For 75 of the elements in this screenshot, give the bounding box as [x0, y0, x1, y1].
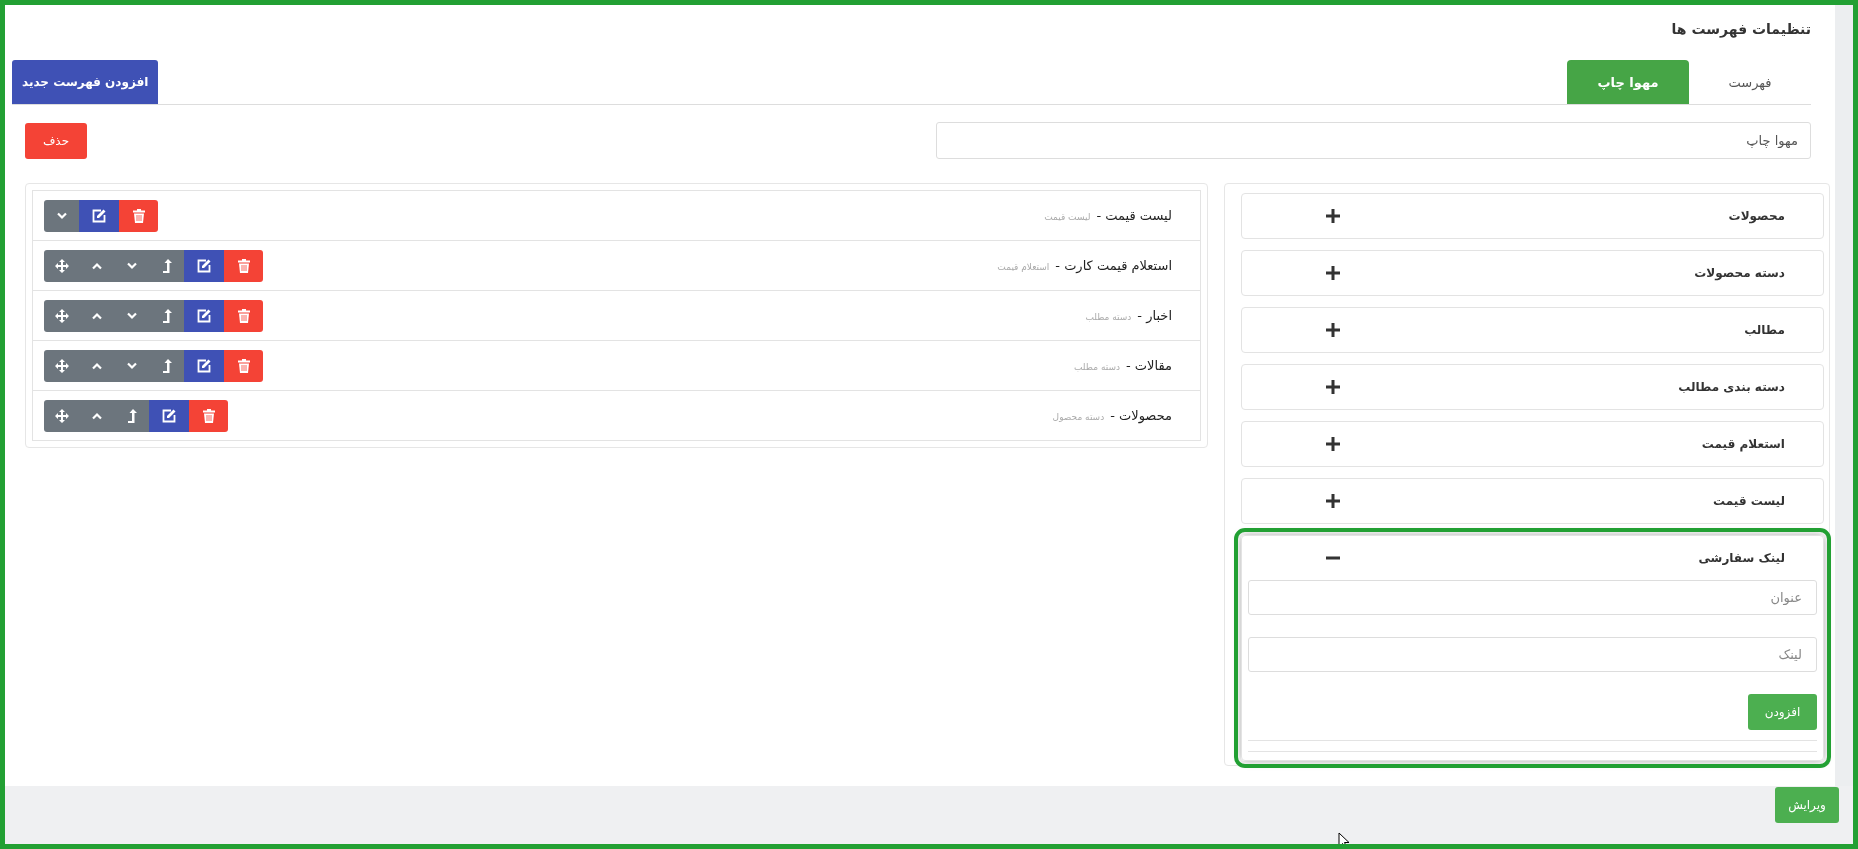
item-title: لیست قیمت - — [1096, 208, 1172, 223]
delete-item-button[interactable] — [224, 249, 263, 282]
chevron-down-icon — [126, 361, 137, 370]
chevron-up-icon — [91, 411, 102, 420]
source-label[interactable]: مطالب — [1744, 323, 1785, 337]
menu-name-field[interactable]: مهوا چاپ — [936, 122, 1811, 159]
edit-button[interactable] — [184, 349, 224, 382]
move-down-button[interactable] — [44, 199, 79, 232]
item-type: دسته مطلب — [1074, 362, 1120, 372]
source-label[interactable]: لیست قیمت — [1713, 494, 1785, 508]
plus-icon[interactable] — [1326, 437, 1340, 451]
move-button[interactable] — [44, 349, 79, 382]
delete-item-button[interactable] — [189, 399, 228, 432]
edit-icon — [162, 408, 176, 423]
level-up-arrow-icon — [161, 358, 172, 373]
delete-item-button[interactable] — [119, 199, 158, 232]
item-type: استعلام قیمت — [997, 262, 1050, 272]
move-button[interactable] — [44, 399, 79, 432]
trash-icon — [237, 258, 250, 273]
edit-button[interactable] — [149, 399, 189, 432]
move-icon — [54, 308, 69, 323]
trash-icon — [132, 208, 145, 223]
move-button[interactable] — [44, 299, 79, 332]
edit-icon — [197, 258, 211, 273]
item-type: دسته مطلب — [1085, 312, 1132, 322]
plus-icon[interactable] — [1326, 494, 1340, 508]
trash-icon — [237, 358, 250, 373]
plus-icon[interactable] — [1326, 380, 1340, 394]
chevron-up-icon — [91, 311, 102, 320]
outdent-button[interactable] — [149, 249, 184, 282]
chevron-down-icon — [56, 211, 67, 220]
page-title: تنظیمات فهرست ها — [1670, 21, 1811, 40]
edit-button[interactable] — [184, 249, 224, 282]
edit-button[interactable] — [79, 199, 119, 232]
edit-icon — [197, 358, 211, 373]
source-label[interactable]: دسته بندی مطالب — [1678, 380, 1785, 394]
trash-icon — [237, 308, 250, 323]
plus-icon[interactable] — [1326, 323, 1340, 337]
item-title: اخبار - — [1137, 308, 1172, 323]
chevron-down-icon — [126, 311, 137, 320]
delete-button[interactable]: حذف — [25, 122, 87, 159]
item-type: لیست قیمت — [1044, 212, 1091, 222]
move-button[interactable] — [44, 249, 79, 282]
item-title: مقالات - — [1126, 358, 1172, 373]
item-title: استعلام قیمت کارت - — [1055, 258, 1172, 273]
item-title: محصولات - — [1110, 408, 1172, 423]
delete-item-button[interactable] — [224, 349, 263, 382]
plus-icon[interactable] — [1326, 209, 1340, 223]
edit-icon — [92, 208, 106, 223]
level-up-arrow-icon — [161, 308, 172, 323]
delete-item-button[interactable] — [224, 299, 263, 332]
source-label[interactable]: لینک سفارشی — [1698, 551, 1785, 565]
outdent-button[interactable] — [114, 399, 149, 432]
move-icon — [54, 408, 69, 423]
tab[interactable]: فهرست — [1689, 60, 1811, 104]
source-label[interactable]: محصولات — [1728, 209, 1785, 223]
outdent-button[interactable] — [149, 299, 184, 332]
source-label[interactable]: دسته محصولات — [1694, 266, 1785, 280]
text-field[interactable]: عنوان — [1248, 580, 1817, 615]
item-type: دسته محصول — [1052, 412, 1105, 422]
add-menu-button[interactable]: افزودن فهرست جدید — [12, 60, 159, 104]
plus-icon[interactable] — [1326, 266, 1340, 280]
level-up-arrow-icon — [126, 408, 137, 423]
edit-button[interactable] — [184, 299, 224, 332]
edit-icon — [197, 308, 211, 323]
text-field[interactable]: لینک — [1248, 637, 1817, 672]
move-icon — [54, 358, 69, 373]
chevron-up-icon — [91, 361, 102, 370]
chevron-down-icon — [126, 261, 137, 270]
level-up-arrow-icon — [161, 258, 172, 273]
trash-icon — [202, 408, 215, 423]
chevron-up-icon — [91, 261, 102, 270]
move-icon — [54, 258, 69, 273]
outdent-button[interactable] — [149, 349, 184, 382]
source-label[interactable]: استعلام قیمت — [1701, 437, 1785, 451]
